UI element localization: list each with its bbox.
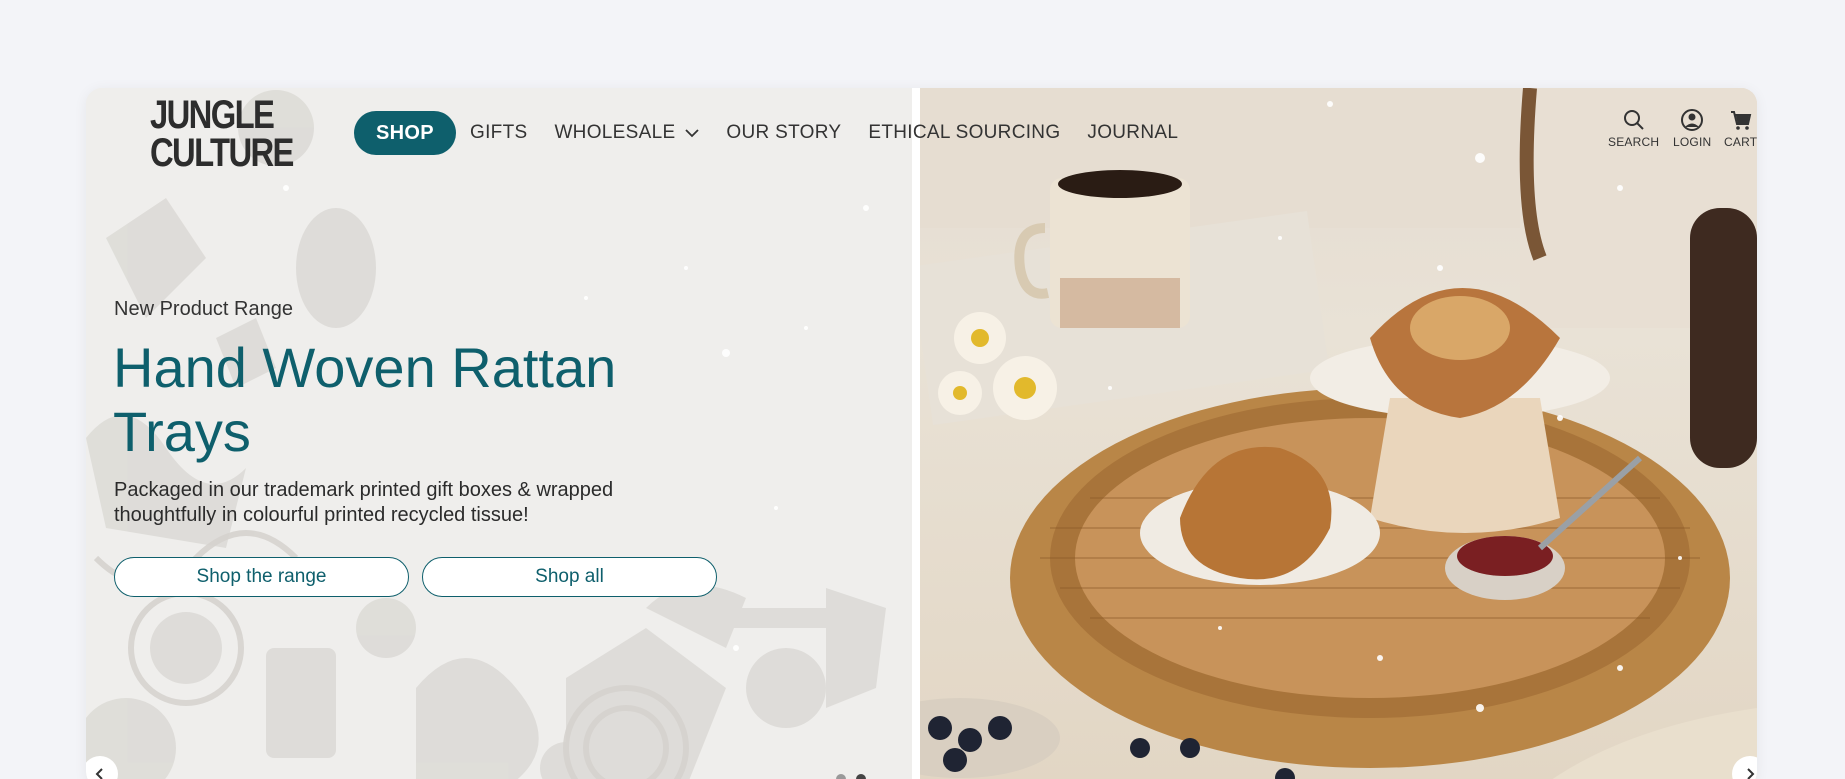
chevron-right-icon <box>1747 768 1755 779</box>
search-label: SEARCH <box>1608 135 1660 149</box>
nav-wholesale-label: WHOLESALE <box>554 122 676 143</box>
hero-pattern-panel: JUNGLE CULTURE New Product Range Hand Wo… <box>86 88 912 779</box>
hero-banner: JUNGLE CULTURE New Product Range Hand Wo… <box>86 88 1757 779</box>
login-label: LOGIN <box>1673 135 1712 149</box>
hero-photo-panel <box>920 88 1757 779</box>
chevron-left-icon <box>95 768 103 779</box>
nav-our-story[interactable]: OUR STORY <box>726 122 841 144</box>
chevron-down-icon <box>685 129 700 138</box>
hero-description: Packaged in our trademark printed gift b… <box>114 478 674 528</box>
rattan-tray-photo <box>920 88 1757 779</box>
slider-dot[interactable] <box>836 774 846 779</box>
nav-ethical-sourcing[interactable]: ETHICAL SOURCING <box>868 122 1060 144</box>
nav-journal[interactable]: JOURNAL <box>1087 122 1178 144</box>
login-button[interactable]: LOGIN <box>1673 108 1711 149</box>
description-line-2: thoughtfully in colourful printed recycl… <box>114 504 529 526</box>
hero-headline: Hand Woven Rattan Trays <box>113 336 753 464</box>
logo-line-1: JUNGLE <box>150 93 275 137</box>
panel-divider <box>912 88 920 779</box>
nav-gifts[interactable]: GIFTS <box>470 122 527 144</box>
shop-all-button[interactable]: Shop all <box>422 557 717 597</box>
headline-line-2: Trays <box>113 400 251 463</box>
main-nav: SHOP GIFTS WHOLESALE OUR STORY ETHICAL S… <box>354 111 1205 155</box>
nav-wholesale[interactable]: WHOLESALE <box>554 122 700 144</box>
shop-the-range-button[interactable]: Shop the range <box>114 557 409 597</box>
cart-button[interactable]: CART <box>1724 108 1757 149</box>
hero-eyebrow: New Product Range <box>114 298 293 320</box>
logo-line-2: CULTURE <box>150 131 294 175</box>
description-line-1: Packaged in our trademark printed gift b… <box>114 479 614 501</box>
nav-shop[interactable]: SHOP <box>354 111 456 155</box>
slider-dots <box>836 774 866 779</box>
headline-line-1: Hand Woven Rattan <box>113 336 617 399</box>
cart-icon <box>1730 111 1751 130</box>
cart-label: CART <box>1724 135 1757 149</box>
search-button[interactable]: SEARCH <box>1608 108 1659 149</box>
search-icon <box>1623 110 1644 130</box>
brand-logo[interactable]: JUNGLE CULTURE <box>150 93 294 176</box>
user-icon <box>1681 109 1704 131</box>
slider-dot-active[interactable] <box>856 774 866 779</box>
